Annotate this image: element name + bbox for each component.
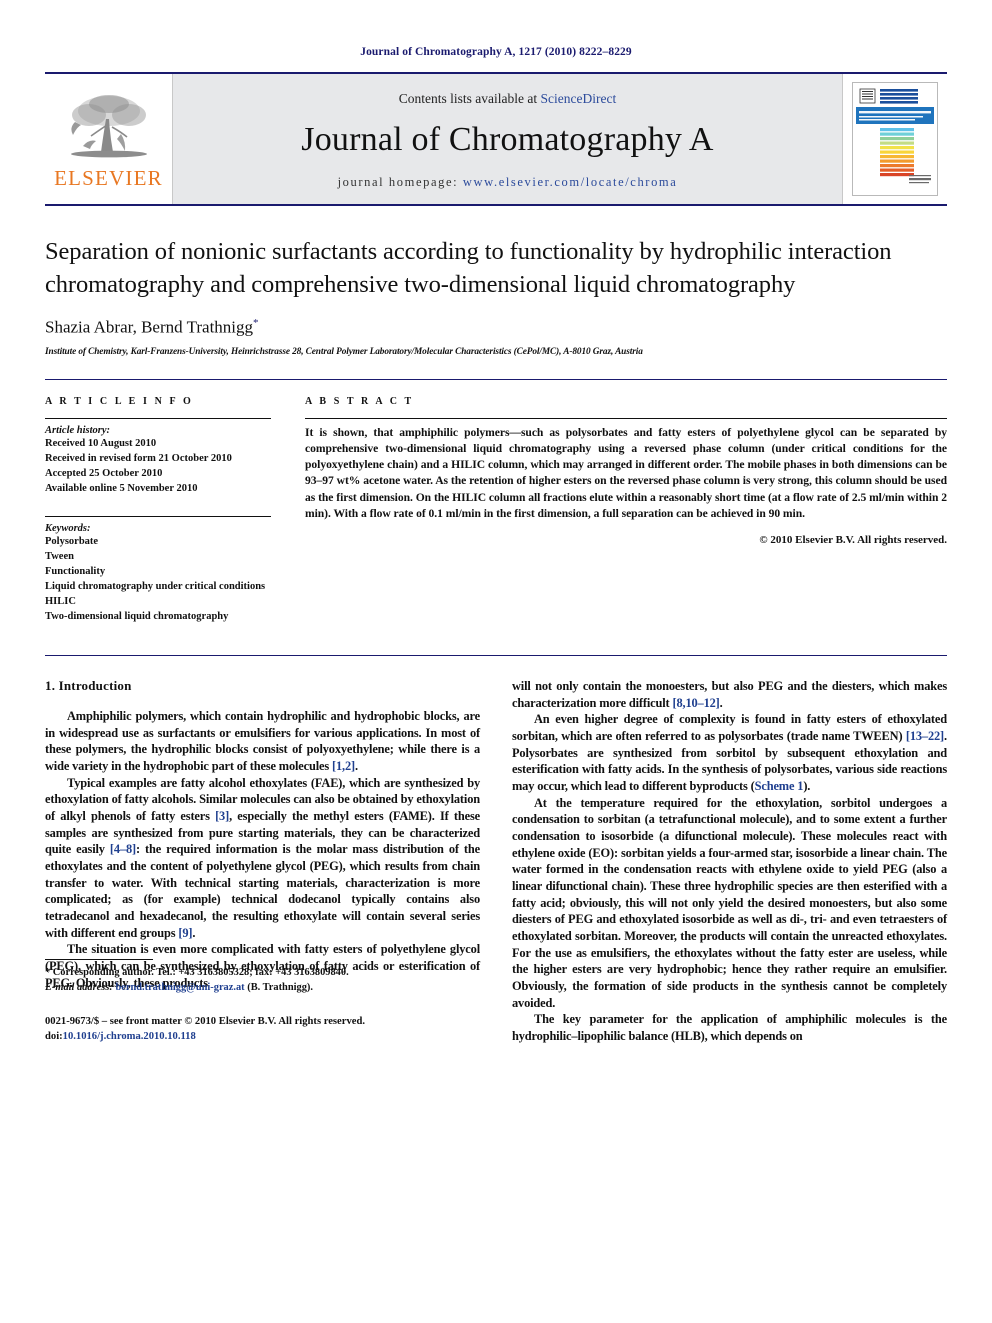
email-note: E-mail address: bernd.trathnigg@uni-graz… bbox=[45, 981, 480, 996]
page-title: Separation of nonionic surfactants accor… bbox=[45, 238, 892, 298]
keyword-item: Functionality bbox=[45, 566, 106, 578]
article-page: Journal of Chromatography A, 1217 (2010)… bbox=[0, 0, 992, 1323]
body-column-left: 1. Introduction Amphiphilic polymers, wh… bbox=[45, 678, 480, 1045]
email-label: E-mail address: bbox=[45, 982, 113, 994]
keyword-item: Tween bbox=[45, 551, 74, 563]
history-line: Received 10 August 2010 bbox=[45, 437, 157, 449]
body-region: 1. Introduction Amphiphilic polymers, wh… bbox=[45, 654, 947, 1045]
abstract-rule bbox=[305, 417, 947, 419]
article-history-label: Article history: bbox=[45, 424, 111, 436]
footnote-rule bbox=[45, 959, 153, 961]
abstract-column: A B S T R A C T It is shown, that amphip… bbox=[305, 396, 947, 625]
author-list: Shazia Abrar, Bernd Trathnigg* bbox=[45, 317, 947, 338]
journal-masthead: ELSEVIER Contents lists available at Sci… bbox=[45, 72, 947, 204]
affiliation: Institute of Chemistry, Karl-Franzens-Un… bbox=[45, 346, 643, 357]
history-line: Available online 5 November 2010 bbox=[45, 482, 198, 494]
article-info-heading: A R T I C L E I N F O bbox=[45, 395, 194, 407]
cover-image bbox=[852, 82, 938, 196]
keyword-item: Liquid chromatography under critical con… bbox=[45, 581, 266, 593]
homepage-prefix: journal homepage: bbox=[337, 174, 459, 189]
info-abstract-region: A R T I C L E I N F O Article history: R… bbox=[45, 378, 947, 625]
keywords-block: Keywords: Polysorbate Tween Functionalit… bbox=[45, 516, 271, 624]
abstract-copyright: © 2010 Elsevier B.V. All rights reserved… bbox=[759, 534, 947, 547]
running-head: Journal of Chromatography A, 1217 (2010)… bbox=[360, 46, 632, 58]
article-info-column: A R T I C L E I N F O Article history: R… bbox=[45, 396, 271, 625]
keyword-item: HILIC bbox=[45, 596, 76, 608]
footnote-block: * Corresponding author. Tel.: +43 316380… bbox=[45, 959, 480, 1044]
title-block: Separation of nonionic surfactants accor… bbox=[45, 206, 947, 357]
body-column-right: will not only contain the monoesters, bu… bbox=[512, 678, 947, 1045]
keyword-item: Polysorbate bbox=[45, 536, 99, 548]
abstract-heading: A B S T R A C T bbox=[305, 395, 414, 407]
body-paragraph: At the temperature required for the etho… bbox=[512, 795, 947, 1010]
abstract-text: It is shown, that amphiphilic polymers—s… bbox=[305, 425, 947, 520]
keyword-item: Two-dimensional liquid chromatography bbox=[45, 610, 229, 622]
section-heading-introduction: 1. Introduction bbox=[45, 677, 132, 693]
contents-available-line: Contents lists available at ScienceDirec… bbox=[399, 91, 616, 107]
corresponding-author-marker: * bbox=[253, 317, 259, 330]
journal-homepage-line: journal homepage: www.elsevier.com/locat… bbox=[338, 175, 678, 190]
elsevier-wordmark: ELSEVIER bbox=[54, 166, 163, 190]
keywords-rule bbox=[45, 516, 271, 518]
doi-prefix: doi: bbox=[45, 1031, 63, 1043]
journal-cover-thumb bbox=[842, 74, 947, 204]
masthead-center: Contents lists available at ScienceDirec… bbox=[173, 74, 842, 204]
info-rule bbox=[45, 417, 271, 419]
homepage-url-link[interactable]: www.elsevier.com/locate/chroma bbox=[463, 175, 678, 189]
doi-line: doi:10.1016/j.chroma.2010.10.118 bbox=[45, 1029, 480, 1044]
cover-artwork-icon bbox=[853, 83, 937, 195]
doi-link[interactable]: 10.1016/j.chroma.2010.10.118 bbox=[63, 1031, 196, 1042]
history-line: Accepted 25 October 2010 bbox=[45, 467, 163, 479]
sciencedirect-link[interactable]: ScienceDirect bbox=[541, 91, 617, 106]
body-paragraph: An even higher degree of complexity is f… bbox=[512, 712, 947, 793]
email-link[interactable]: bernd.trathnigg@uni-graz.at bbox=[115, 982, 244, 993]
journal-title: Journal of Chromatography A bbox=[301, 120, 714, 158]
author-names: Shazia Abrar, Bernd Trathnigg bbox=[45, 317, 254, 337]
keywords-label: Keywords: bbox=[45, 523, 91, 535]
issn-line: 0021-9673/$ – see front matter © 2010 El… bbox=[45, 1015, 365, 1027]
imprint-block: 0021-9673/$ – see front matter © 2010 El… bbox=[45, 1014, 480, 1045]
body-paragraph: The key parameter for the application of… bbox=[512, 1012, 947, 1043]
history-line: Received in revised form 21 October 2010 bbox=[45, 452, 232, 464]
body-paragraph: Typical examples are fatty alcohol ethox… bbox=[45, 775, 480, 940]
body-paragraph: will not only contain the monoesters, bu… bbox=[512, 678, 947, 710]
contents-prefix: Contents lists available at bbox=[398, 90, 538, 106]
email-suffix: (B. Trathnigg). bbox=[247, 982, 313, 994]
publisher-logo: ELSEVIER bbox=[45, 74, 173, 204]
corresponding-author-note: * Corresponding author. Tel.: +43 316380… bbox=[45, 967, 349, 979]
elsevier-tree-icon bbox=[70, 95, 147, 158]
body-paragraph: Amphiphilic polymers, which contain hydr… bbox=[45, 708, 480, 773]
